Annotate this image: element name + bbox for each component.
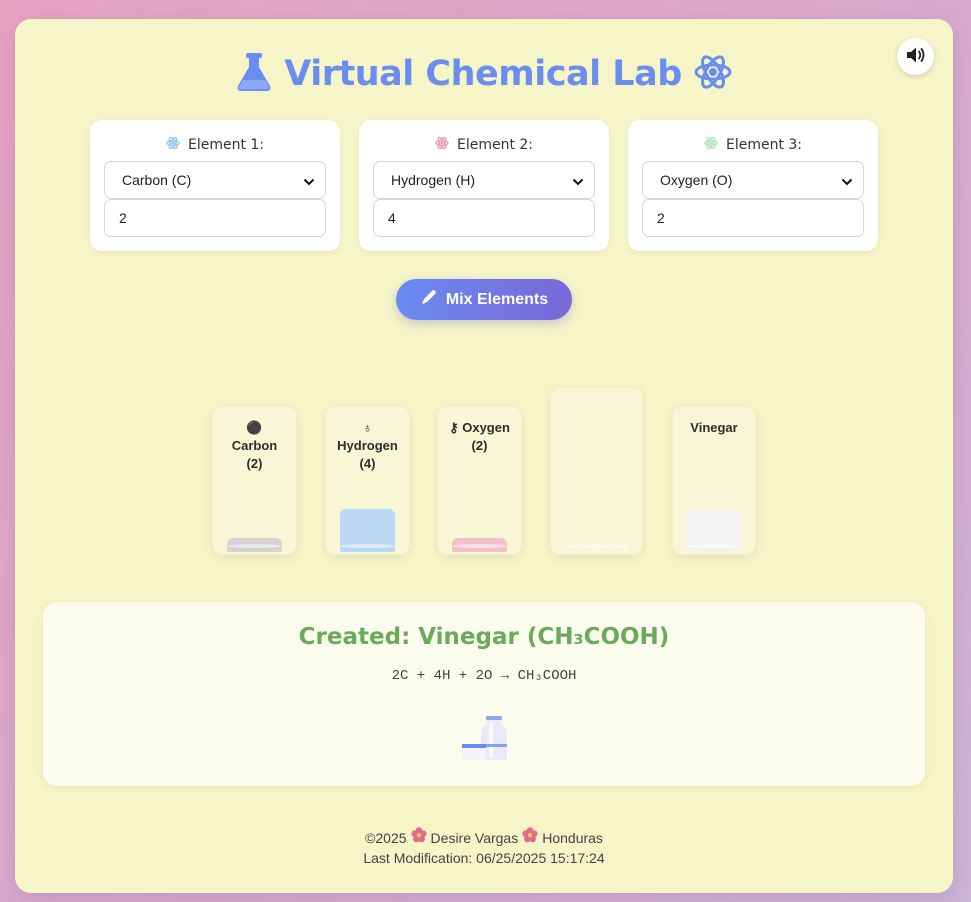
page-title: Virtual Chemical Lab xyxy=(284,54,682,94)
mix-elements-button[interactable]: Mix Elements xyxy=(396,279,572,320)
mix-button-label: Mix Elements xyxy=(445,290,549,308)
element-label: Element 3: xyxy=(725,137,803,153)
beaker-liquid xyxy=(227,538,282,552)
beaker-liquid xyxy=(340,509,395,552)
vinegar-bottle-icon xyxy=(460,714,508,766)
beaker-name: Oxygen xyxy=(462,420,510,435)
last-modified: Last Modification: 06/25/2025 15:17:24 xyxy=(363,850,605,866)
country: Honduras xyxy=(542,829,603,846)
element-label: Element 1: xyxy=(187,137,265,153)
atom-icon xyxy=(694,53,732,95)
element-select[interactable]: Carbon (C) xyxy=(104,161,326,199)
result-panel: Created: Vinegar (CH₃COOH) 2C + 4H + 2O … xyxy=(43,602,925,786)
atom-icon xyxy=(435,136,449,154)
hydrogen-icon: ♁ xyxy=(362,420,373,435)
flower-icon xyxy=(522,827,538,848)
author-name: Desire Vargas xyxy=(430,829,519,846)
element-select-value: Hydrogen (H) xyxy=(391,172,476,188)
oxygen-icon: ⚷ xyxy=(449,420,459,435)
beaker-name: Hydrogen xyxy=(337,438,398,453)
element-card-1: Element 1: Carbon (C) 2 xyxy=(90,120,340,251)
beaker-name: Carbon xyxy=(231,438,278,453)
element-select[interactable]: Oxygen (O) xyxy=(642,161,864,199)
copyright: ©2025 xyxy=(365,829,407,846)
atom-icon xyxy=(166,136,180,154)
beaker-liquid xyxy=(687,509,741,552)
mixing-beaker xyxy=(550,387,643,555)
quantity-input[interactable]: 4 xyxy=(373,199,595,237)
flask-icon xyxy=(236,52,272,96)
beaker-quantity: (2) xyxy=(471,438,488,453)
carbon-icon: ⚫ xyxy=(246,420,263,435)
element-select-value: Carbon (C) xyxy=(122,172,192,188)
beaker-quantity: (2) xyxy=(246,456,263,471)
chevron-down-icon xyxy=(572,174,584,190)
quantity-value: 2 xyxy=(657,210,665,226)
atom-icon xyxy=(704,136,718,154)
beaker-quantity: (4) xyxy=(359,456,376,471)
quantity-value: 2 xyxy=(119,210,127,226)
pencil-icon xyxy=(420,288,438,311)
chevron-down-icon xyxy=(303,174,315,190)
beaker-liquid xyxy=(565,542,628,552)
beaker-hydrogen: ♁ Hydrogen (4) xyxy=(325,406,410,555)
result-title: Created: Vinegar (CH₃COOH) xyxy=(298,624,670,650)
beaker-oxygen: ⚷ Oxygen (2) xyxy=(437,406,522,555)
beaker-name: Vinegar xyxy=(690,420,738,435)
beaker-carbon: ⚫ Carbon (2) xyxy=(212,406,297,555)
page-header: Virtual Chemical Lab xyxy=(15,47,953,101)
app-container: Virtual Chemical Lab Element 1: Carbon (… xyxy=(15,19,953,893)
element-select-value: Oxygen (O) xyxy=(660,172,733,188)
element-card-3: Element 3: Oxygen (O) 2 xyxy=(628,120,878,251)
quantity-input[interactable]: 2 xyxy=(642,199,864,237)
element-label: Element 2: xyxy=(456,137,534,153)
quantity-value: 4 xyxy=(388,210,396,226)
beaker-liquid xyxy=(452,538,507,552)
flower-icon xyxy=(410,827,427,848)
reaction-equation: 2C + 4H + 2O → CH₃COOH xyxy=(391,668,577,684)
element-card-2: Element 2: Hydrogen (H) 4 xyxy=(359,120,609,251)
element-select[interactable]: Hydrogen (H) xyxy=(373,161,595,199)
beaker-vinegar: Vinegar xyxy=(672,406,756,555)
quantity-input[interactable]: 2 xyxy=(104,199,326,237)
page-footer: ©2025 Desire Vargas Honduras Last Modifi… xyxy=(15,827,953,868)
chevron-down-icon xyxy=(841,174,853,190)
